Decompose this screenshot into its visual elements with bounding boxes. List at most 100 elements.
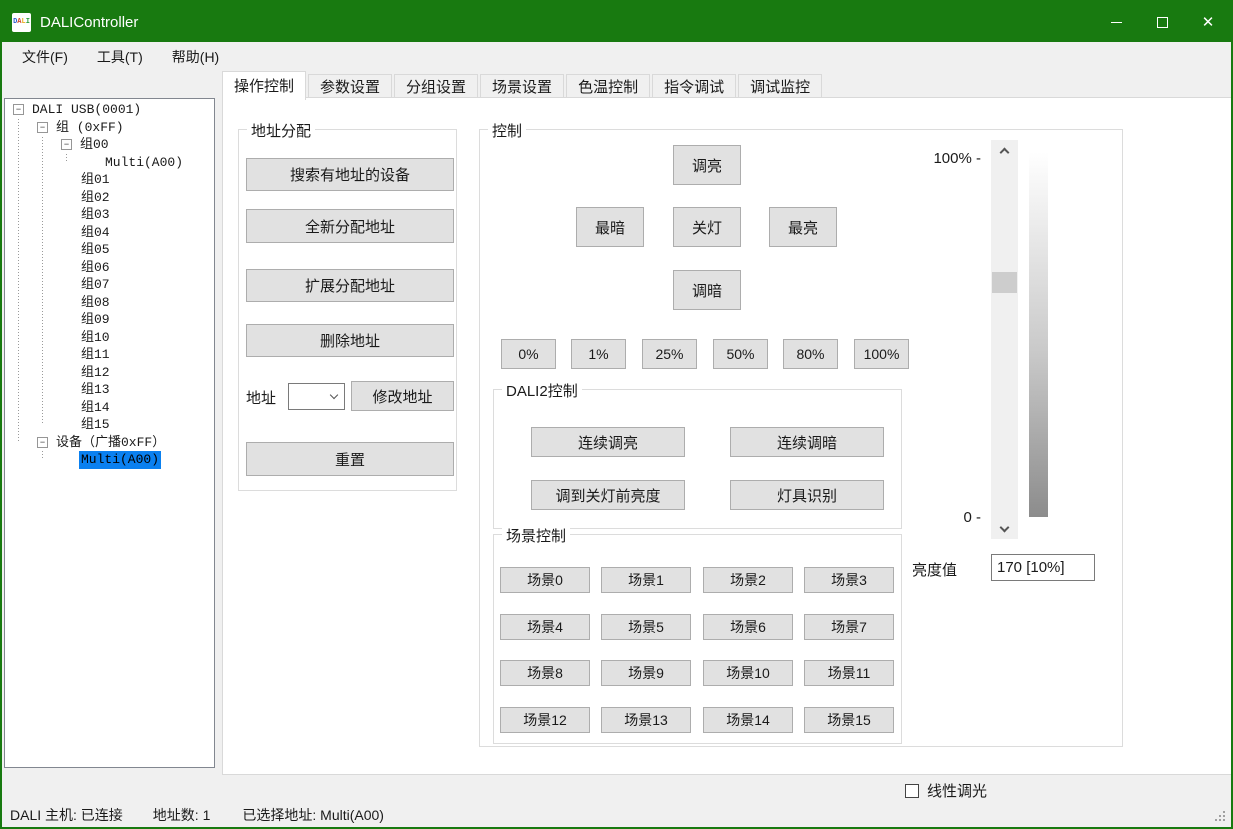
tree-item-group12[interactable]: 组12 <box>5 364 214 382</box>
scroll-down-button[interactable] <box>991 519 1018 539</box>
address-label: 地址 <box>246 387 276 411</box>
tree-item-group00[interactable]: −组00 <box>5 136 214 154</box>
scene-7-button[interactable]: 场景7 <box>804 614 894 640</box>
luminaire-identify-button[interactable]: 灯具识别 <box>730 480 884 510</box>
percent-80-button[interactable]: 80% <box>783 339 838 369</box>
maximize-button[interactable] <box>1139 2 1185 42</box>
window-title: DALIController <box>40 14 138 31</box>
tree-item-dali-usb[interactable]: −DALI USB(0001) <box>5 101 214 119</box>
scene-2-button[interactable]: 场景2 <box>703 567 793 593</box>
status-bar: DALI 主机: 已连接 地址数: 1 已选择地址: Multi(A00) <box>2 803 1231 827</box>
tree-item-multi-a00[interactable]: Multi(A00) <box>5 154 214 172</box>
tab-bar: 操作控制 参数设置 分组设置 场景设置 色温控制 指令调试 调试监控 <box>222 71 822 100</box>
tree-guide-line <box>18 119 19 442</box>
continuous-dim-down-button[interactable]: 连续调暗 <box>730 427 884 457</box>
collapse-icon[interactable]: − <box>13 104 24 115</box>
scroll-up-button[interactable] <box>991 140 1018 160</box>
scene-15-button[interactable]: 场景15 <box>804 707 894 733</box>
minimize-icon <box>1111 22 1122 23</box>
search-addressed-devices-button[interactable]: 搜索有地址的设备 <box>246 158 454 191</box>
address-group-title: 地址分配 <box>247 120 315 141</box>
tree-item-group06[interactable]: 组06 <box>5 259 214 277</box>
percent-25-button[interactable]: 25% <box>642 339 697 369</box>
tree-item-group13[interactable]: 组13 <box>5 381 214 399</box>
close-button[interactable]: ✕ <box>1185 2 1231 42</box>
scene-14-button[interactable]: 场景14 <box>703 707 793 733</box>
menu-help[interactable]: 帮助(H) <box>163 45 228 69</box>
dim-up-button[interactable]: 调亮 <box>673 145 741 185</box>
brightness-scrollbar[interactable] <box>991 140 1018 539</box>
scene-10-button[interactable]: 场景10 <box>703 660 793 686</box>
percent-50-button[interactable]: 50% <box>713 339 768 369</box>
tab-operation-control[interactable]: 操作控制 <box>222 71 306 100</box>
scene-3-button[interactable]: 场景3 <box>804 567 894 593</box>
tree-item-device-broadcast[interactable]: −设备（广播0xFF） <box>5 434 214 452</box>
linear-dimming-checkbox[interactable] <box>905 784 919 798</box>
scene-11-button[interactable]: 场景11 <box>804 660 894 686</box>
scene-4-button[interactable]: 场景4 <box>500 614 590 640</box>
delete-address-button[interactable]: 删除地址 <box>246 324 454 357</box>
dim-down-button[interactable]: 调暗 <box>673 270 741 310</box>
dali-app-icon: DALI <box>12 13 31 32</box>
tree-item-group09[interactable]: 组09 <box>5 311 214 329</box>
min-brightness-button[interactable]: 最暗 <box>576 207 644 247</box>
percent-100-button[interactable]: 100% <box>854 339 909 369</box>
scene-6-button[interactable]: 场景6 <box>703 614 793 640</box>
scene-1-button[interactable]: 场景1 <box>601 567 691 593</box>
brightness-max-label: 100% - <box>883 150 981 167</box>
continuous-dim-up-button[interactable]: 连续调亮 <box>531 427 685 457</box>
close-icon: ✕ <box>1202 15 1215 30</box>
tree-item-group04[interactable]: 组04 <box>5 224 214 242</box>
tree-item-group07[interactable]: 组07 <box>5 276 214 294</box>
percent-1-button[interactable]: 1% <box>571 339 626 369</box>
tree-item-group10[interactable]: 组10 <box>5 329 214 347</box>
tree-item-multi-a00-selected[interactable]: Multi(A00) <box>5 451 214 469</box>
address-combobox[interactable] <box>288 383 345 410</box>
chevron-down-icon <box>330 391 338 399</box>
tree-guide-line <box>42 451 43 460</box>
tree-item-group15[interactable]: 组15 <box>5 416 214 434</box>
tab-content: 地址分配 搜索有地址的设备 全新分配地址 扩展分配地址 删除地址 地址 修改地址… <box>222 97 1233 775</box>
tree-item-group03[interactable]: 组03 <box>5 206 214 224</box>
percent-0-button[interactable]: 0% <box>501 339 556 369</box>
scene-8-button[interactable]: 场景8 <box>500 660 590 686</box>
menu-bar: 文件(F) 工具(T) 帮助(H) <box>2 42 1231 72</box>
menu-file[interactable]: 文件(F) <box>13 45 77 69</box>
resize-grip[interactable] <box>1214 810 1226 822</box>
chevron-down-icon <box>1000 522 1010 532</box>
dali2-group-title: DALI2控制 <box>502 380 582 401</box>
brightness-value-field[interactable]: 170 [10%] <box>991 554 1095 581</box>
assign-new-address-button[interactable]: 全新分配地址 <box>246 209 454 243</box>
max-brightness-button[interactable]: 最亮 <box>769 207 837 247</box>
scene-0-button[interactable]: 场景0 <box>500 567 590 593</box>
selected-address: 已选择地址: Multi(A00) <box>242 805 384 825</box>
scene-9-button[interactable]: 场景9 <box>601 660 691 686</box>
recall-last-level-button[interactable]: 调到关灯前亮度 <box>531 480 685 510</box>
linear-dimming-option[interactable]: 线性调光 <box>905 780 987 801</box>
reset-button[interactable]: 重置 <box>246 442 454 476</box>
tree-item-group11[interactable]: 组11 <box>5 346 214 364</box>
menu-tools[interactable]: 工具(T) <box>88 45 152 69</box>
tree-item-group02[interactable]: 组02 <box>5 189 214 207</box>
tree-item-group01[interactable]: 组01 <box>5 171 214 189</box>
scrollbar-thumb[interactable] <box>992 272 1017 293</box>
title-bar: DALI DALIController ✕ <box>2 2 1231 42</box>
collapse-icon[interactable]: − <box>37 122 48 133</box>
minimize-button[interactable] <box>1093 2 1139 42</box>
scene-5-button[interactable]: 场景5 <box>601 614 691 640</box>
tree-item-group08[interactable]: 组08 <box>5 294 214 312</box>
extend-assign-address-button[interactable]: 扩展分配地址 <box>246 269 454 302</box>
scene-12-button[interactable]: 场景12 <box>500 707 590 733</box>
scene-13-button[interactable]: 场景13 <box>601 707 691 733</box>
tree-item-group-root[interactable]: −组 (0xFF) <box>5 119 214 137</box>
footer-strip <box>2 775 1231 803</box>
tree-item-group14[interactable]: 组14 <box>5 399 214 417</box>
collapse-icon[interactable]: − <box>61 139 72 150</box>
host-status: DALI 主机: 已连接 <box>10 805 123 825</box>
address-count: 地址数: 1 <box>153 805 211 825</box>
collapse-icon[interactable]: − <box>37 437 48 448</box>
light-off-button[interactable]: 关灯 <box>673 207 741 247</box>
tree-item-group05[interactable]: 组05 <box>5 241 214 259</box>
device-tree-panel: −DALI USB(0001) −组 (0xFF) −组00 Multi(A00… <box>4 98 215 768</box>
modify-address-button[interactable]: 修改地址 <box>351 381 454 411</box>
